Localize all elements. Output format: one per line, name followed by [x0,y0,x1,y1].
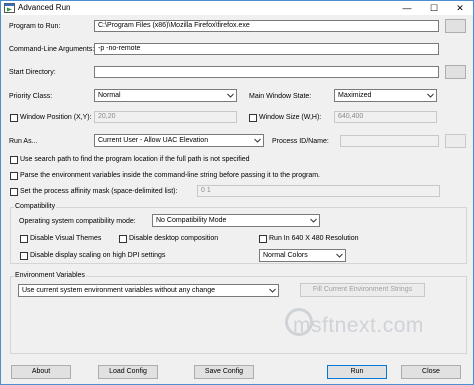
window-title: Advanced Run [18,3,71,12]
chevron-down-icon [310,218,317,223]
window-size-checkbox[interactable] [249,114,257,122]
run-640-label: Run In 640 X 480 Resolution [269,235,359,242]
app-icon [4,3,15,13]
colors-value: Normal Colors [263,252,308,259]
compatibility-group-label: Compatibility [14,202,57,212]
program-to-run-input[interactable]: C:\Program Files (x86)\Mozilla Firefox\f… [94,20,439,32]
chevron-down-icon [336,253,343,258]
close-button[interactable]: Close [401,365,461,379]
run-640-checkbox[interactable] [259,235,267,243]
command-line-label: Command-Line Arguments: [9,46,95,53]
parse-env-label: Parse the environment variables inside t… [20,172,320,179]
colors-select[interactable]: Normal Colors [259,249,346,262]
disable-visual-themes-checkbox[interactable] [20,235,28,243]
chevron-down-icon [254,138,261,143]
main-window-state-select[interactable]: Maximized [334,89,437,102]
close-icon[interactable]: ✕ [447,1,473,15]
priority-class-value: Normal [98,92,121,99]
priority-class-select[interactable]: Normal [94,89,237,102]
window-size-label: Window Size (W,H): [259,114,322,121]
search-path-label: Use search path to find the program loca… [20,156,250,163]
os-mode-value: No Compatibility Mode [156,217,227,224]
start-directory-label: Start Directory: [9,69,56,76]
parse-env-checkbox[interactable] [10,172,18,180]
disable-visual-themes-label: Disable Visual Themes [30,235,102,242]
disable-dpi-scaling-label: Disable display scaling on high DPI sett… [30,252,166,259]
chevron-down-icon [227,93,234,98]
os-mode-select[interactable]: No Compatibility Mode [152,214,320,227]
window-size-input[interactable]: 640,400 [334,111,437,123]
maximize-icon[interactable]: ☐ [421,1,447,15]
run-button[interactable]: Run [327,365,387,379]
run-as-label: Run As... [9,138,38,145]
main-window-state-label: Main Window State: [249,93,312,100]
priority-class-label: Priority Class: [9,93,53,100]
environment-group-label: Environment Variables [14,271,86,281]
minimize-icon[interactable]: — [394,1,420,15]
os-mode-label: Operating system compatibility mode: [19,218,136,225]
load-config-button[interactable]: Load Config [98,365,158,379]
chevron-down-icon [269,288,276,293]
window-position-input[interactable]: 20,20 [94,111,237,123]
browse-program-button[interactable] [445,19,466,33]
program-to-run-label: Program to Run: [9,23,61,30]
about-button[interactable]: About [11,365,71,379]
main-window-state-value: Maximized [338,92,372,99]
disable-dpi-scaling-checkbox[interactable] [20,252,28,260]
run-as-value: Current User - Allow UAC Elevation [98,137,209,144]
environment-mode-select[interactable]: Use current system environment variables… [18,284,279,297]
chevron-down-icon [427,93,434,98]
browse-directory-button[interactable] [445,65,466,79]
fill-environment-button[interactable]: Fill Current Environment Strings [300,283,425,297]
affinity-input[interactable]: 0 1 [197,185,440,197]
process-id-label: Process ID/Name: [272,138,329,145]
process-id-input[interactable] [340,135,439,147]
advanced-run-window: Advanced Run — ☐ ✕ Program to Run: C:\Pr… [0,0,474,385]
run-as-select[interactable]: Current User - Allow UAC Elevation [94,134,264,147]
disable-desktop-composition-checkbox[interactable] [119,235,127,243]
command-line-input[interactable]: -p -no-remote [94,43,439,55]
affinity-label: Set the process affinity mask (space-del… [20,188,178,195]
search-path-checkbox[interactable] [10,156,18,164]
window-position-label: Window Position (X,Y): [20,114,92,121]
start-directory-input[interactable] [94,66,439,78]
watermark-text: msftnext.com [293,314,424,337]
save-config-button[interactable]: Save Config [194,365,254,379]
affinity-checkbox[interactable] [10,188,18,196]
title-bar[interactable]: Advanced Run — ☐ ✕ [1,1,473,15]
window-position-checkbox[interactable] [10,114,18,122]
process-id-browse-button[interactable] [445,134,466,148]
disable-desktop-composition-label: Disable desktop composition [129,235,219,242]
environment-mode-value: Use current system environment variables… [22,287,215,294]
